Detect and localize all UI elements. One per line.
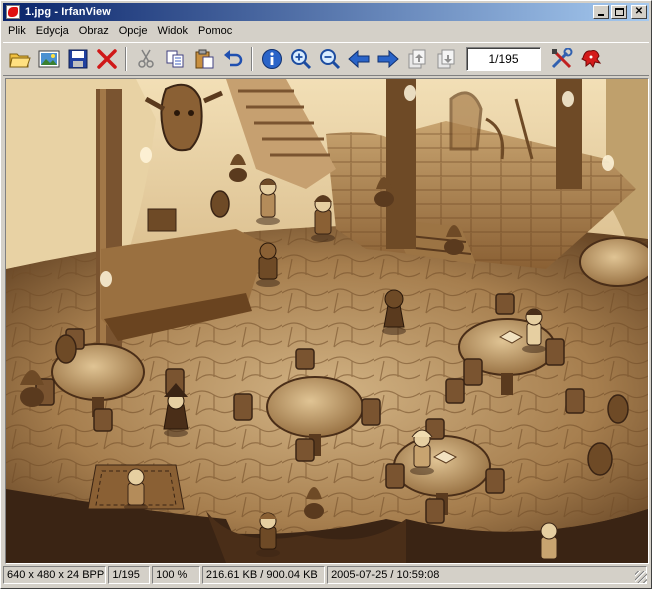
next-page-icon (437, 49, 454, 69)
previous-image-button[interactable] (344, 45, 373, 73)
next-image-button[interactable] (373, 45, 402, 73)
menu-pomoc[interactable]: Pomoc (193, 23, 237, 40)
copy-button[interactable] (160, 45, 189, 73)
menu-edycja[interactable]: Edycja (31, 23, 74, 40)
maximize-button[interactable] (611, 5, 627, 19)
delete-icon (96, 49, 117, 69)
next-page-button[interactable] (431, 45, 460, 73)
resize-grip[interactable] (635, 571, 647, 583)
zoom-out-button[interactable] (315, 45, 344, 73)
settings-icon (551, 48, 572, 69)
thumbnails-button[interactable] (34, 45, 63, 73)
status-datetime: 2005-07-25 / 10:59:08 (327, 566, 647, 584)
delete-button[interactable] (92, 45, 121, 73)
close-icon: ✕ (634, 6, 644, 17)
zoom-out-icon (319, 49, 340, 70)
window-title: 1.jpg - IrfanView (25, 6, 111, 18)
status-file-size: 216.61 KB / 900.04 KB (201, 566, 326, 584)
menu-bar: Plik Edycja Obraz Opcje Widok Pomoc (3, 22, 649, 41)
previous-page-button[interactable] (402, 45, 431, 73)
thumbnails-icon (38, 50, 59, 68)
previous-icon (347, 49, 369, 69)
image-viewport[interactable] (5, 78, 649, 564)
toolbar-separator (251, 47, 253, 71)
previous-page-icon (408, 49, 425, 69)
exit-icon (580, 50, 601, 69)
menu-widok[interactable]: Widok (152, 23, 193, 40)
copy-icon (166, 50, 183, 68)
minimize-icon (598, 14, 604, 16)
tavern-sepia-image (6, 79, 648, 563)
status-dimensions: 640 x 480 x 24 BPP (3, 566, 107, 584)
irfanview-window: 1.jpg - IrfanView ✕ Plik Edycja Obraz Op… (0, 0, 652, 589)
status-index: 1/195 (108, 566, 151, 584)
menu-obraz[interactable]: Obraz (74, 23, 114, 40)
open-button[interactable] (5, 45, 34, 73)
open-folder-icon (8, 53, 31, 68)
undo-button[interactable] (218, 45, 247, 73)
save-icon (68, 49, 87, 69)
toolbar: 1/195 (3, 42, 649, 76)
zoom-in-button[interactable] (286, 45, 315, 73)
save-button[interactable] (63, 45, 92, 73)
menu-plik[interactable]: Plik (3, 23, 31, 40)
irfanview-app-icon[interactable] (5, 4, 21, 20)
minimize-button[interactable] (593, 5, 609, 19)
paste-button[interactable] (189, 45, 218, 73)
exit-button[interactable] (576, 45, 605, 73)
paste-icon (195, 49, 213, 69)
zoom-in-icon (290, 49, 311, 70)
maximize-icon (614, 8, 624, 16)
status-bar: 640 x 480 x 24 BPP 1/195 100 % 216.61 KB… (3, 565, 649, 585)
cut-button[interactable] (131, 45, 160, 73)
info-button[interactable] (257, 45, 286, 73)
title-bar[interactable]: 1.jpg - IrfanView ✕ (3, 3, 649, 21)
cut-icon (137, 49, 154, 68)
close-button[interactable]: ✕ (631, 5, 647, 19)
info-icon (261, 49, 282, 69)
status-zoom: 100 % (152, 566, 200, 584)
toolbar-separator (125, 47, 127, 71)
settings-button[interactable] (547, 45, 576, 73)
next-icon (377, 49, 399, 69)
undo-icon (223, 50, 242, 67)
menu-opcje[interactable]: Opcje (114, 23, 153, 40)
page-indicator-field[interactable]: 1/195 (466, 47, 541, 71)
